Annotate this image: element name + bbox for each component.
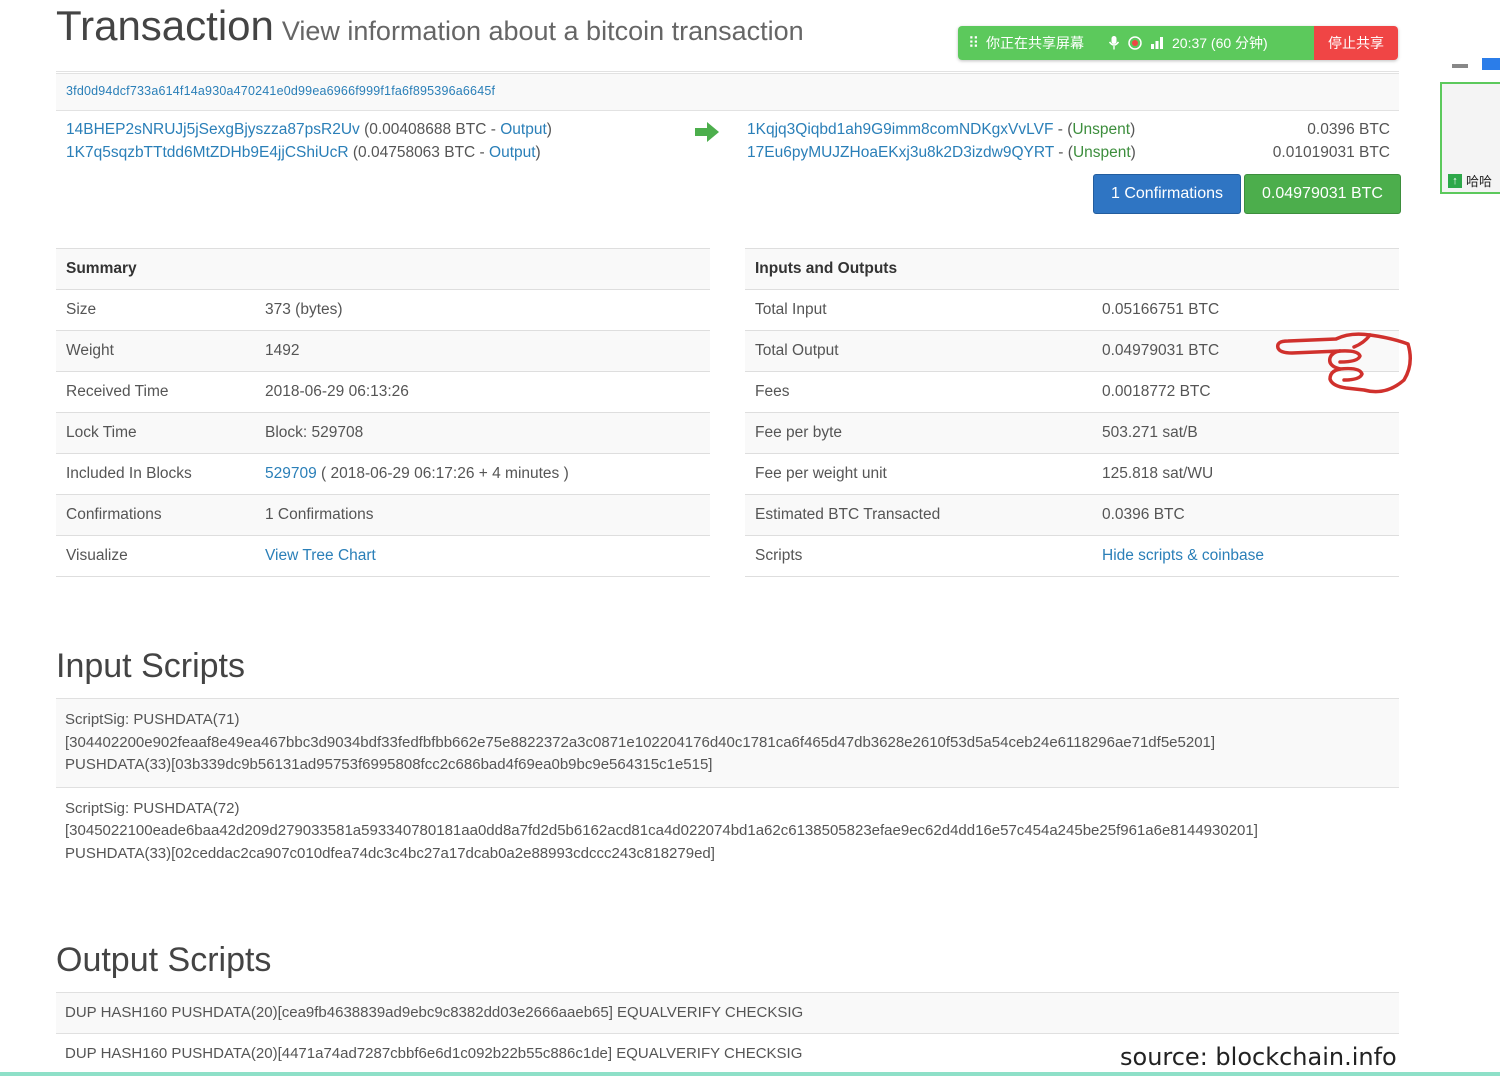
row-label: Total Output bbox=[745, 330, 1092, 372]
row-value: 1 Confirmations bbox=[255, 494, 710, 536]
source-caption: source: blockchain.info bbox=[1120, 1043, 1397, 1071]
summary-table: Summary Size 373 (bytes) Weight 1492 Recei… bbox=[56, 248, 710, 577]
input-address-link[interactable]: 1K7q5sqzbTTtdd6MtZDHb9E4jjCShiUcR bbox=[66, 144, 349, 161]
row-label: Lock Time bbox=[56, 412, 255, 454]
script-line: PUSHDATA(33)[03b339dc9b56131ad95753f6995… bbox=[65, 756, 713, 773]
output-status: Unspent bbox=[1072, 121, 1131, 138]
row-label: Estimated BTC Transacted bbox=[745, 494, 1092, 536]
input-scripts-title: Input Scripts bbox=[56, 647, 245, 685]
page-title-main: Transaction bbox=[56, 2, 274, 49]
page-subtitle: View information about a bitcoin transac… bbox=[281, 16, 804, 46]
input-amount: (0.00408688 BTC - bbox=[364, 121, 501, 138]
divider bbox=[56, 71, 1399, 72]
minimize-icon[interactable] bbox=[1452, 64, 1468, 68]
row-label: Size bbox=[56, 289, 255, 331]
share-status: 你正在共享屏幕 bbox=[986, 35, 1084, 51]
script-line: PUSHDATA(33)[02ceddac2ca907c010dfea74dc3… bbox=[65, 844, 715, 862]
row-value: 125.818 sat/WU bbox=[1092, 453, 1399, 495]
row-label: Confirmations bbox=[56, 494, 255, 536]
output-row: 17Eu6pyMUJZHoaEKxj3u8k2D3izdw9QYRT - (Un… bbox=[747, 144, 1136, 162]
row-label: Included In Blocks bbox=[56, 453, 255, 495]
row-value: 529709 ( 2018-06-29 06:17:26 + 4 minutes… bbox=[255, 453, 710, 495]
row-label: Received Time bbox=[56, 371, 255, 413]
row-value: Block: 529708 bbox=[255, 412, 710, 454]
paren: ) bbox=[535, 144, 541, 161]
upload-icon: ↑ bbox=[1448, 173, 1462, 188]
input-script-block: ScriptSig: PUSHDATA(71) [304402200e902fe… bbox=[56, 698, 1399, 787]
row-value: 503.271 sat/B bbox=[1092, 412, 1399, 454]
window-icon[interactable] bbox=[1482, 58, 1500, 70]
row-label: Fee per byte bbox=[745, 412, 1092, 454]
stop-share-button[interactable]: 停止共享 bbox=[1314, 26, 1398, 60]
row-value: 0.0396 BTC bbox=[1092, 494, 1399, 536]
output-script-row: DUP HASH160 PUSHDATA(20)[cea9fb4638839ad… bbox=[56, 992, 1399, 1033]
row-label: Fees bbox=[745, 371, 1092, 413]
input-amount: (0.04758063 BTC - bbox=[352, 144, 490, 161]
input-script-block: ScriptSig: PUSHDATA(72) [3045022100eade6… bbox=[56, 786, 1399, 876]
separator: - ( bbox=[1054, 144, 1073, 161]
block-time: ( 2018-06-29 06:17:26 + 4 minutes ) bbox=[316, 465, 569, 482]
input-row: 14BHEP2sNRUJj5jSexgBjyszza87psR2Uv (0.00… bbox=[66, 121, 552, 139]
drag-handle-icon[interactable]: ⠿ bbox=[968, 34, 979, 52]
paren: ) bbox=[1130, 144, 1136, 161]
bottom-border bbox=[0, 1072, 1500, 1076]
record-icon[interactable] bbox=[1128, 36, 1142, 50]
block-link[interactable]: 529709 bbox=[265, 465, 317, 482]
output-address-link[interactable]: 17Eu6pyMUJZHoaEKxj3u8k2D3izdw9QYRT bbox=[747, 144, 1054, 161]
screen-share-bar: ⠿ 你正在共享屏幕 20:37 (60 分钟) 停止共享 bbox=[958, 26, 1398, 60]
row-value: 373 (bytes) bbox=[255, 289, 710, 331]
row-label: Scripts bbox=[745, 535, 1092, 577]
script-line: [304402200e902feaaf8e49ea467bbc3d9034bdf… bbox=[65, 733, 1216, 751]
page-title: Transaction View information about a bitc… bbox=[56, 2, 804, 50]
output-scripts-title: Output Scripts bbox=[56, 941, 272, 979]
row-value: View Tree Chart bbox=[255, 535, 710, 577]
row-label: Weight bbox=[56, 330, 255, 372]
input-output-link[interactable]: Output bbox=[500, 121, 547, 138]
output-row: 1Kqjq3Qiqbd1ah9G9imm8comNDKgxVvLVF - (Un… bbox=[747, 121, 1135, 139]
output-value: 0.01019031 BTC bbox=[1272, 144, 1390, 161]
confirmations-button[interactable]: 1 Confirmations bbox=[1093, 174, 1241, 214]
signal-icon bbox=[1151, 37, 1163, 49]
total-btc-button[interactable]: 0.04979031 BTC bbox=[1244, 174, 1401, 214]
script-line: ScriptSig: PUSHDATA(71) bbox=[65, 711, 240, 728]
side-widget-button[interactable]: ↑ 哈哈 bbox=[1448, 171, 1492, 190]
view-tree-chart-link[interactable]: View Tree Chart bbox=[265, 547, 376, 564]
paren: ) bbox=[1130, 121, 1136, 138]
paren: ) bbox=[546, 121, 552, 138]
output-status: Unspent bbox=[1072, 144, 1131, 161]
row-value: 1492 bbox=[255, 330, 710, 372]
row-value: Hide scripts & coinbase bbox=[1092, 535, 1399, 577]
output-value: 0.0396 BTC bbox=[1307, 121, 1390, 138]
inputs-outputs-table: Inputs and Outputs Total Input 0.05166751… bbox=[745, 248, 1399, 577]
input-scripts: ScriptSig: PUSHDATA(71) [304402200e902fe… bbox=[56, 698, 1399, 875]
row-label: Visualize bbox=[56, 535, 255, 577]
side-widget-label: 哈哈 bbox=[1466, 174, 1493, 189]
input-address-link[interactable]: 14BHEP2sNRUJj5jSexgBjyszza87psR2Uv bbox=[66, 121, 360, 138]
separator: - ( bbox=[1053, 121, 1073, 138]
io-heading: Inputs and Outputs bbox=[745, 248, 1399, 290]
script-line: [3045022100eade6baa42d209d279033581a5933… bbox=[65, 822, 1258, 839]
row-value: 2018-06-29 06:13:26 bbox=[255, 371, 710, 413]
script-line: ScriptSig: PUSHDATA(72) bbox=[65, 799, 240, 817]
row-label: Total Input bbox=[745, 289, 1092, 331]
pointing-hand-icon bbox=[1275, 332, 1412, 394]
arrow-right-icon bbox=[695, 122, 719, 142]
microphone-icon[interactable] bbox=[1108, 36, 1120, 50]
share-timer: 20:37 (60 分钟) bbox=[1172, 35, 1268, 51]
output-address-link[interactable]: 1Kqjq3Qiqbd1ah9G9imm8comNDKgxVvLVF bbox=[747, 121, 1053, 138]
hide-scripts-link[interactable]: Hide scripts & coinbase bbox=[1102, 547, 1264, 564]
summary-heading: Summary bbox=[56, 248, 710, 290]
tx-hash-link[interactable]: 3fd0d94dcf733a614f14a930a470241e0d99ea69… bbox=[66, 84, 495, 98]
input-row: 1K7q5sqzbTTtdd6MtZDHb9E4jjCShiUcR (0.047… bbox=[66, 144, 541, 162]
row-value: 0.05166751 BTC bbox=[1092, 289, 1399, 331]
row-label: Fee per weight unit bbox=[745, 453, 1092, 495]
input-output-link[interactable]: Output bbox=[489, 144, 536, 161]
